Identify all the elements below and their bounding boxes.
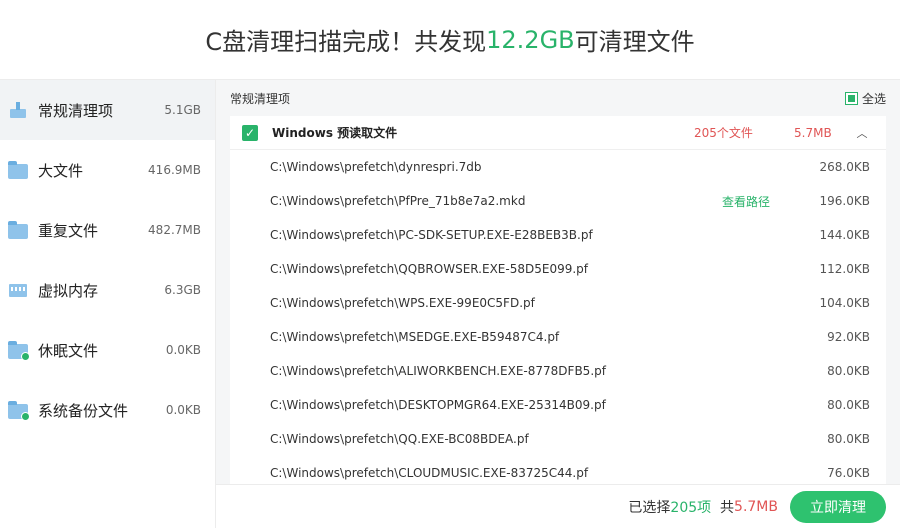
file-row[interactable]: C:\Windows\prefetch\ALIWORKBENCH.EXE-877…	[230, 354, 886, 388]
file-row[interactable]: C:\Windows\prefetch\QQ.EXE-BC08BDEA.pf 8…	[230, 422, 886, 456]
file-size: 76.0KB	[827, 466, 870, 480]
sidebar-item-label: 大文件	[38, 161, 84, 180]
file-size: 92.0KB	[827, 330, 870, 344]
title-suffix: 可清理文件	[574, 28, 695, 56]
selected-total-size: 5.7MB	[734, 498, 778, 515]
file-path: C:\Windows\prefetch\dynrespri.7db	[270, 160, 482, 174]
sidebar-item-size: 416.9MB	[148, 163, 201, 177]
file-path: C:\Windows\prefetch\PfPre_71b8e7a2.mkd	[270, 194, 526, 208]
file-row[interactable]: C:\Windows\prefetch\CLOUDMUSIC.EXE-83725…	[230, 456, 886, 484]
file-list-area: 常规清理项 全选 ✓ Windows 预读取文件 205个文件 5.7MB ︿ …	[216, 80, 900, 528]
sidebar-item-label: 重复文件	[38, 221, 99, 240]
file-path: C:\Windows\prefetch\PC-SDK-SETUP.EXE-E28…	[270, 228, 593, 242]
file-size: 144.0KB	[819, 228, 870, 242]
file-row[interactable]: C:\Windows\prefetch\MSEDGE.EXE-B59487C4.…	[230, 320, 886, 354]
broom-icon	[8, 101, 28, 119]
file-row[interactable]: C:\Windows\prefetch\WPS.EXE-99E0C5FD.pf …	[230, 286, 886, 320]
file-size: 80.0KB	[827, 398, 870, 412]
sidebar-item-size: 0.0KB	[165, 403, 201, 417]
section-title: 常规清理项	[230, 91, 291, 106]
total-size-highlight: 12.2GB	[486, 25, 575, 54]
selected-prefix: 已选择	[628, 499, 671, 516]
memory-icon	[8, 281, 28, 299]
sidebar-item-label: 虚拟内存	[38, 281, 99, 300]
checkbox-partial-icon	[844, 91, 858, 105]
sidebar-item-label: 常规清理项	[38, 101, 114, 120]
category-sidebar: 常规清理项 5.1GB 大文件 416.9MB 重复文件 482.7MB 虚拟内…	[0, 80, 216, 528]
title-prefix: C盘清理扫描完成！共发现	[205, 28, 487, 56]
file-size: 268.0KB	[819, 160, 870, 174]
sidebar-item-system-backup[interactable]: 系统备份文件 0.0KB	[0, 380, 215, 440]
group-title: Windows 预读取文件	[272, 126, 398, 140]
sidebar-item-hibernation-files[interactable]: 休眠文件 0.0KB	[0, 320, 215, 380]
sidebar-item-size: 0.0KB	[165, 343, 201, 357]
file-path: C:\Windows\prefetch\CLOUDMUSIC.EXE-83725…	[270, 466, 589, 480]
selected-count: 205项	[670, 499, 712, 516]
file-size: 112.0KB	[819, 262, 870, 276]
folder-icon	[8, 401, 30, 421]
file-path: C:\Windows\prefetch\QQBROWSER.EXE-58D5E0…	[270, 262, 588, 276]
file-row[interactable]: C:\Windows\prefetch\PfPre_71b8e7a2.mkd 查…	[230, 184, 886, 218]
group-checkbox[interactable]: ✓	[242, 124, 258, 141]
folder-icon	[8, 161, 28, 179]
file-size: 104.0KB	[819, 296, 870, 310]
sidebar-item-large-files[interactable]: 大文件 416.9MB	[0, 140, 215, 200]
folder-icon	[8, 341, 30, 361]
group-size: 5.7MB	[794, 125, 832, 140]
file-row[interactable]: C:\Windows\prefetch\QQBROWSER.EXE-58D5E0…	[230, 252, 886, 286]
total-prefix: 共	[720, 499, 735, 516]
group-header-row[interactable]: ✓ Windows 预读取文件 205个文件 5.7MB ︿	[230, 116, 886, 150]
sidebar-item-virtual-memory[interactable]: 虚拟内存 6.3GB	[0, 260, 215, 320]
file-group-panel: ✓ Windows 预读取文件 205个文件 5.7MB ︿ C:\Window…	[230, 116, 886, 484]
scan-result-title: C盘清理扫描完成！共发现 12.2GB 可清理文件	[0, 0, 900, 80]
group-file-count: 205个文件	[694, 126, 753, 140]
sidebar-item-size: 482.7MB	[148, 223, 201, 237]
file-size: 80.0KB	[827, 432, 870, 446]
file-path: C:\Windows\prefetch\ALIWORKBENCH.EXE-877…	[270, 364, 606, 378]
select-all-checkbox[interactable]: 全选	[844, 90, 886, 107]
file-row[interactable]: C:\Windows\prefetch\PC-SDK-SETUP.EXE-E28…	[230, 218, 886, 252]
file-path: C:\Windows\prefetch\QQ.EXE-BC08BDEA.pf	[270, 432, 529, 446]
sidebar-item-size: 5.1GB	[164, 103, 201, 117]
view-path-link[interactable]: 查看路径	[722, 193, 770, 210]
sidebar-item-duplicate-files[interactable]: 重复文件 482.7MB	[0, 200, 215, 260]
sidebar-item-label: 系统备份文件	[38, 401, 129, 420]
file-path: C:\Windows\prefetch\DESKTOPMGR64.EXE-253…	[270, 398, 606, 412]
sidebar-item-size: 6.3GB	[164, 283, 201, 297]
file-path: C:\Windows\prefetch\MSEDGE.EXE-B59487C4.…	[270, 330, 560, 344]
file-path: C:\Windows\prefetch\WPS.EXE-99E0C5FD.pf	[270, 296, 535, 310]
file-row[interactable]: C:\Windows\prefetch\DESKTOPMGR64.EXE-253…	[230, 388, 886, 422]
folder-icon	[8, 221, 28, 239]
action-footer: 已选择 205项 共 5.7MB 立即清理	[216, 484, 900, 528]
sidebar-item-regular[interactable]: 常规清理项 5.1GB	[0, 80, 215, 140]
select-all-label: 全选	[861, 91, 886, 106]
file-row[interactable]: C:\Windows\prefetch\dynrespri.7db 268.0K…	[230, 150, 886, 184]
file-size: 80.0KB	[827, 364, 870, 378]
chevron-up-icon[interactable]: ︿	[850, 125, 874, 141]
file-size: 196.0KB	[819, 194, 870, 208]
clean-now-button[interactable]: 立即清理	[790, 490, 886, 523]
sidebar-item-label: 休眠文件	[38, 341, 99, 360]
